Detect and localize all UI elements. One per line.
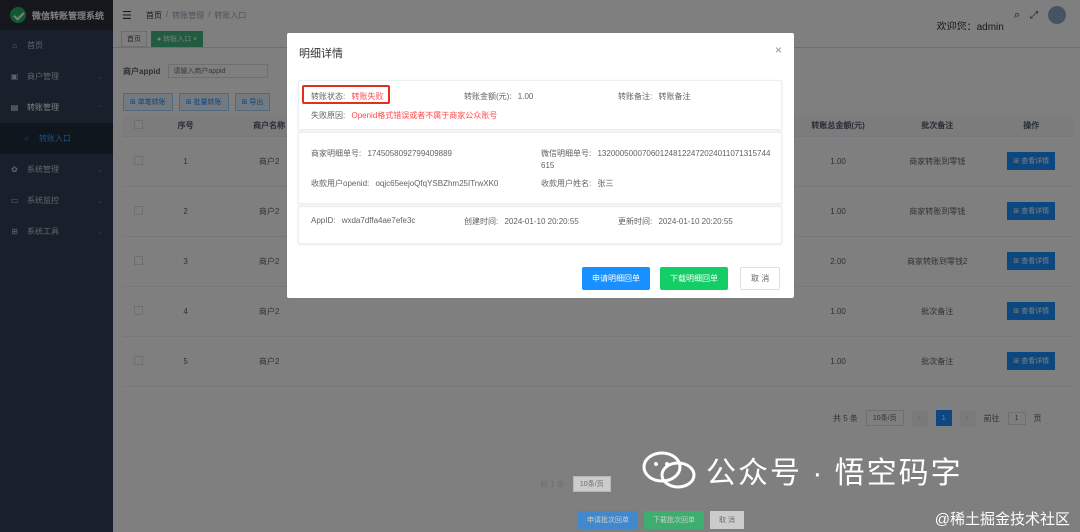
- apply-batch-receipt-button[interactable]: 申请批次回单: [578, 511, 638, 529]
- updated-label: 更新时间:: [618, 217, 653, 226]
- batch-total: 共 1 条: [540, 479, 565, 489]
- transfer-remark: 转账备注: 转账备注: [618, 91, 690, 102]
- username-label: 收款用户姓名:: [541, 179, 592, 188]
- dialog-title: 明细详情: [299, 48, 343, 60]
- batch-cancel-button[interactable]: 取 消: [710, 511, 744, 529]
- download-batch-receipt-button[interactable]: 下载批次回单: [644, 511, 704, 529]
- close-icon[interactable]: ×: [775, 43, 782, 57]
- status-label: 转账状态:: [311, 92, 346, 101]
- wechat-icon: [642, 451, 696, 489]
- created-time: 创建时间: 2024-01-10 20:20:55: [464, 216, 579, 227]
- cancel-button[interactable]: 取 消: [740, 267, 781, 290]
- watermark: 公众号 · 悟空码字: [640, 448, 963, 492]
- merchant-no-label: 商家明细单号:: [311, 149, 362, 158]
- receiver-openid: 收款用户openid: oqjc65eejoQfqYSBZhm25ITrwXK0: [311, 178, 498, 189]
- transfer-status: 转账状态: 转账失败: [311, 91, 383, 102]
- merchant-no-value: 1745058092799409889: [367, 149, 453, 158]
- appid: AppID: wxda7dffa4ae7efe3c: [311, 216, 415, 225]
- appid-label: AppID:: [311, 216, 336, 225]
- status-value: 转账失败: [351, 92, 384, 101]
- watermark-text: 公众号 · 悟空码字: [706, 457, 963, 490]
- amount-value: 1.00: [517, 92, 534, 101]
- amount-label: 转账金额(元):: [464, 92, 512, 101]
- wechat-detail-no: 微信明细单号: 13200050007060124812247202401107…: [541, 148, 771, 172]
- batch-dialog-actions: 申请批次回单 下载批次回单 取 消: [578, 511, 744, 529]
- batch-dialog-pagination: 共 1 条 10条/页: [540, 476, 611, 492]
- created-label: 创建时间:: [464, 217, 499, 226]
- appid-value: wxda7dffa4ae7efe3c: [341, 216, 416, 225]
- batch-page-size-select[interactable]: 10条/页: [572, 476, 611, 492]
- wechat-no-label: 微信明细单号:: [541, 149, 592, 158]
- merchant-detail-no: 商家明细单号: 1745058092799409889: [311, 148, 452, 159]
- openid-value: oqjc65eejoQfqYSBZhm25ITrwXK0: [375, 179, 499, 188]
- remark-label: 转账备注:: [618, 92, 653, 101]
- remark-value: 转账备注: [658, 92, 691, 101]
- fail-reason: 失败原因: Openid格式错误或者不属于商家公众账号: [311, 110, 497, 121]
- transfer-amount: 转账金额(元): 1.00: [464, 91, 533, 102]
- receiver-name: 收款用户姓名: 张三: [541, 178, 613, 189]
- fail-label: 失败原因:: [311, 111, 346, 120]
- created-value: 2024-01-10 20:20:55: [504, 217, 579, 226]
- username-value: 张三: [597, 179, 614, 188]
- updated-time: 更新时间: 2024-01-10 20:20:55: [618, 216, 733, 227]
- download-detail-receipt-button[interactable]: 下载明细回单: [660, 267, 728, 290]
- watermark-site: @稀土掘金技术社区: [934, 511, 1070, 528]
- apply-detail-receipt-button[interactable]: 申请明细回单: [582, 267, 650, 290]
- updated-value: 2024-01-10 20:20:55: [658, 217, 733, 226]
- openid-label: 收款用户openid:: [311, 179, 370, 188]
- fail-value: Openid格式错误或者不属于商家公众账号: [351, 111, 498, 120]
- detail-dialog: 明细详情 × 转账状态: 转账失败 转账金额(元): 1.00 转账备注: 转账…: [287, 33, 794, 298]
